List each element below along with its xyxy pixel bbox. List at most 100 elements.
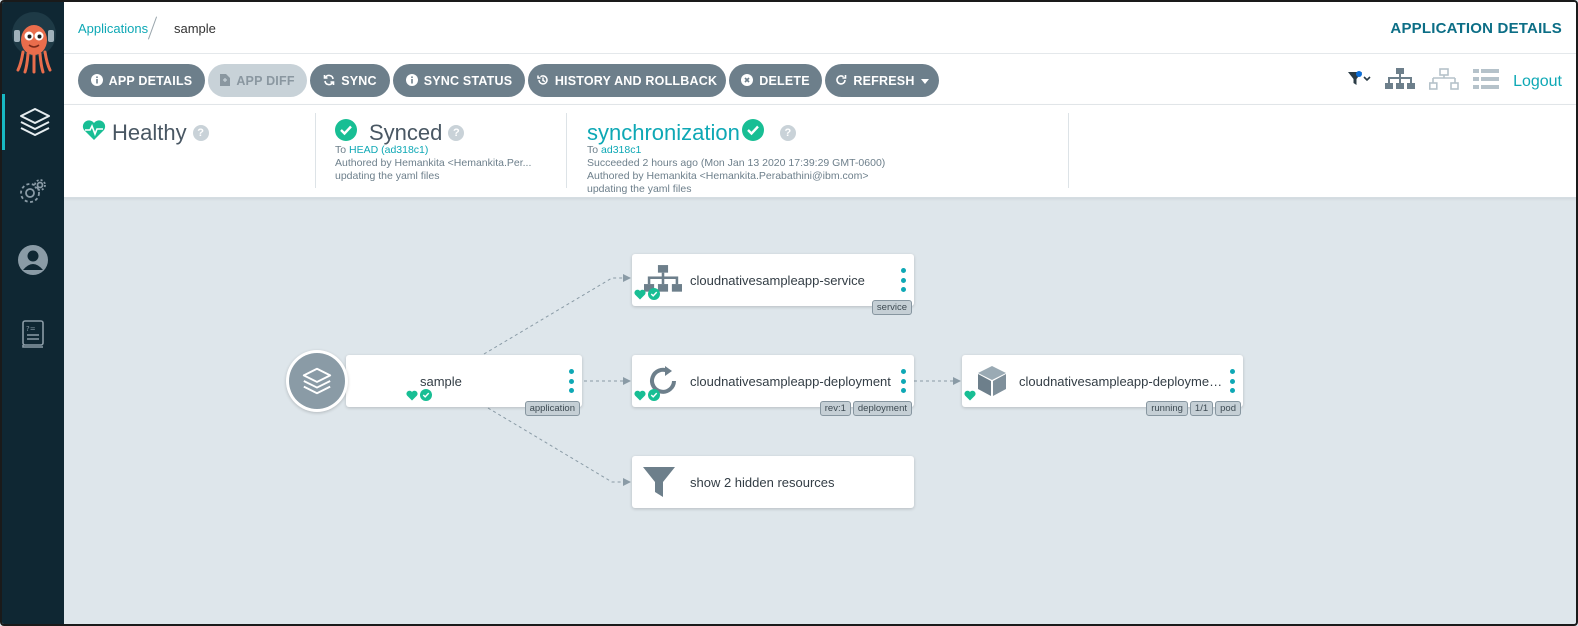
- sync-target-line: To HEAD (ad318c1): [335, 144, 428, 156]
- network-view-icon[interactable]: [1429, 68, 1459, 95]
- breadcrumb-current: sample: [174, 21, 216, 36]
- refresh-button[interactable]: REFRESH: [825, 64, 939, 97]
- sync-to-prefix: To: [335, 144, 347, 156]
- heartbeat-icon: [634, 287, 646, 305]
- service-node[interactable]: cloudnativesampleapp-service service: [632, 254, 914, 315]
- operation-label: synchronization: [587, 120, 740, 145]
- app-diff-label: APP DIFF: [236, 73, 295, 88]
- caret-down-icon: [920, 74, 929, 88]
- page-title: APPLICATION DETAILS: [1390, 20, 1562, 37]
- health-label: Healthy: [112, 120, 187, 145]
- revision-badge: rev:1: [819, 401, 851, 416]
- filter-icon: [642, 465, 676, 504]
- help-icon[interactable]: ?: [192, 125, 209, 141]
- sidebar-item-documentation[interactable]: ?=: [2, 306, 64, 362]
- pod-node[interactable]: cloudnativesampleapp-deploymen... runnin…: [962, 355, 1243, 416]
- toolbar: APP DETAILS APP DIFF SYNC SYNC STATUS HI…: [64, 54, 1576, 105]
- operation-to-prefix: To: [587, 144, 599, 156]
- operation-status: synchronization ? To ad318c1 Succeeded 2…: [587, 105, 1067, 195]
- help-icon[interactable]: ?: [448, 125, 465, 141]
- tree-view-icon[interactable]: [1385, 68, 1416, 95]
- node-status-icons: [634, 287, 660, 305]
- help-icon[interactable]: ?: [779, 125, 796, 141]
- heartbeat-icon: [406, 388, 418, 406]
- delete-button[interactable]: DELETE: [729, 64, 822, 97]
- info-icon: [405, 73, 418, 88]
- heartbeat-icon: [82, 119, 106, 147]
- sidebar: ?=: [2, 2, 64, 624]
- sync-button[interactable]: SYNC: [310, 64, 390, 97]
- sync-target-link[interactable]: HEAD (ad318c1): [349, 144, 428, 156]
- sync-author: Authored by Hemankita <Hemankita.Per...: [335, 157, 532, 169]
- sync-status-label: SYNC STATUS: [423, 73, 513, 88]
- history-rollback-button[interactable]: HISTORY AND ROLLBACK: [528, 64, 726, 97]
- pod-ready-badge: 1/1: [1189, 401, 1214, 416]
- sync-heading: Synced ?: [335, 119, 465, 147]
- health-status: Healthy ?: [82, 105, 312, 190]
- argo-logo[interactable]: [10, 12, 58, 74]
- node-menu-icon[interactable]: [1229, 369, 1235, 393]
- divider: [566, 113, 567, 188]
- delete-label: DELETE: [759, 73, 810, 88]
- sync-label: SYNC: [341, 73, 377, 88]
- hidden-resources-node[interactable]: show 2 hidden resources: [632, 456, 914, 508]
- times-circle-icon: [741, 73, 754, 88]
- view-switcher: Logout: [1347, 68, 1562, 95]
- app-diff-button[interactable]: APP DIFF: [208, 64, 307, 97]
- node-menu-icon[interactable]: [568, 369, 574, 393]
- status-panel: Healthy ? Synced ? To HEAD (ad318c1) Aut…: [64, 105, 1576, 198]
- node-badges: application: [524, 401, 580, 416]
- sync-status-button[interactable]: SYNC STATUS: [393, 64, 525, 97]
- list-view-icon[interactable]: [1473, 69, 1500, 94]
- node-menu-icon[interactable]: [900, 268, 906, 292]
- sync-message: updating the yaml files: [335, 170, 440, 182]
- layers-icon: [18, 105, 52, 139]
- sync-status-summary: Synced ? To HEAD (ad318c1) Authored by H…: [335, 105, 565, 190]
- sidebar-item-user-info[interactable]: [2, 232, 64, 288]
- logout-link[interactable]: Logout: [1513, 73, 1562, 91]
- node-status-icons: [964, 388, 976, 406]
- history-rollback-label: HISTORY AND ROLLBACK: [554, 73, 718, 88]
- node-badges: running 1/1 pod: [1146, 401, 1241, 416]
- pod-node-label: cloudnativesampleapp-deploymen...: [1019, 374, 1225, 389]
- node-status-icons: [406, 388, 432, 406]
- node-menu-icon[interactable]: [900, 369, 906, 393]
- app-node-icon[interactable]: [286, 350, 348, 412]
- heartbeat-icon: [634, 388, 646, 406]
- operation-revision-link[interactable]: ad318c1: [601, 144, 641, 156]
- app-node[interactable]: sample application: [346, 355, 582, 416]
- sidebar-item-settings[interactable]: [2, 164, 64, 220]
- breadcrumb-applications-link[interactable]: Applications: [78, 21, 148, 36]
- app-details-label: APP DETAILS: [108, 73, 193, 88]
- docs-icon: ?=: [20, 319, 46, 349]
- app-details-button[interactable]: APP DETAILS: [78, 64, 205, 97]
- heartbeat-icon: [964, 388, 976, 406]
- check-circle-icon: [648, 388, 660, 406]
- edge-app-service: [483, 274, 631, 355]
- user-icon: [17, 244, 49, 276]
- deployment-node[interactable]: cloudnativesampleapp-deployment rev:1 de…: [632, 355, 914, 416]
- sync-icon: [323, 74, 335, 88]
- check-circle-icon: [335, 119, 357, 147]
- filter-icon[interactable]: [1347, 70, 1371, 93]
- resource-tree: sample application cloudnativesampleapp-…: [64, 198, 1576, 624]
- check-circle-icon: [420, 388, 432, 406]
- operation-heading: synchronization ?: [587, 119, 796, 147]
- edge-app-hidden: [487, 407, 631, 486]
- refresh-label: REFRESH: [853, 73, 915, 88]
- app-node-label: sample: [420, 374, 462, 389]
- history-icon: [537, 74, 549, 88]
- show-hidden-resources-link[interactable]: show 2 hidden resources: [690, 475, 835, 490]
- service-node-label: cloudnativesampleapp-service: [690, 273, 865, 288]
- breadcrumb-separator: [147, 16, 158, 40]
- operation-author: Authored by Hemankita <Hemankita.Perabat…: [587, 170, 869, 182]
- kind-badge: deployment: [852, 401, 912, 416]
- node-badges: service: [871, 300, 912, 315]
- operation-result: Succeeded 2 hours ago (Mon Jan 13 2020 1…: [587, 157, 886, 169]
- kind-badge: application: [524, 401, 580, 416]
- deployment-node-label: cloudnativesampleapp-deployment: [690, 374, 891, 389]
- divider: [315, 113, 316, 188]
- svg-text:?=: ?=: [26, 325, 36, 333]
- sidebar-item-applications[interactable]: [2, 94, 64, 150]
- node-badges: rev:1 deployment: [819, 401, 912, 416]
